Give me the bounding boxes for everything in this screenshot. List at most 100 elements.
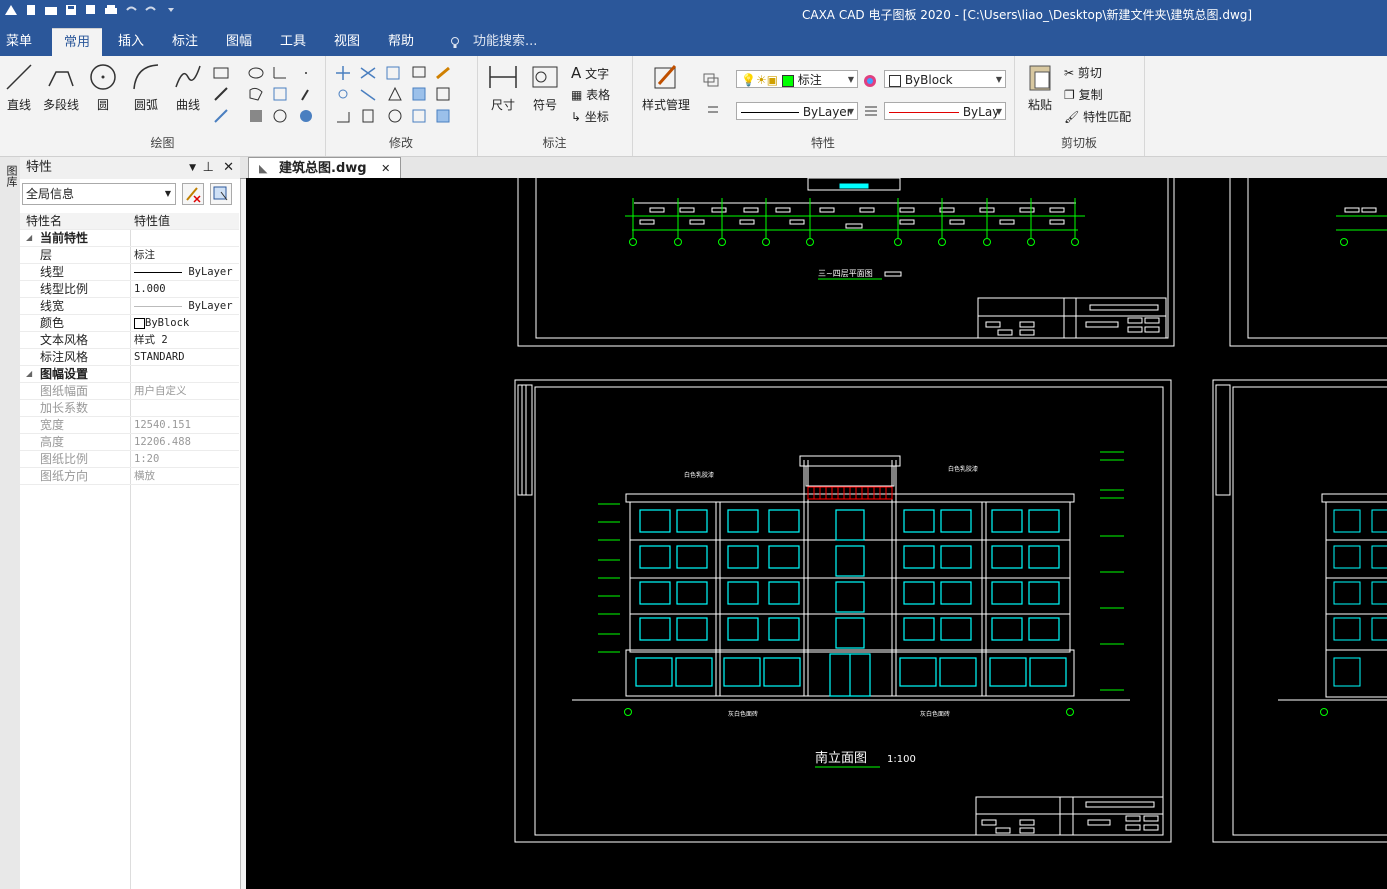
window-title: CAXA CAD 电子图板 2020 - [C:\Users\liao_\Des… — [802, 8, 1253, 22]
linetype-combo[interactable]: ByLayer ▼ — [736, 102, 858, 120]
redo-icon[interactable] — [144, 3, 158, 17]
panel-menu-icon[interactable]: ▼ — [189, 157, 196, 179]
property-row: 图纸比例 1:20 — [20, 451, 239, 468]
clipboard-group: 粘贴 ✂ 剪切 ❐ 复制 🖌 特性匹配 剪切板 — [1014, 56, 1145, 156]
drawing-svg[interactable]: 三~四层平面图 白色乳胶漆 白色乳胶漆 灰白色面砖 灰白色面砖 南立面图 1:1… — [246, 178, 1387, 889]
annotate-group: 尺寸 符号 A 文字 ▦ 表格 ↳ 坐标 标注 — [477, 56, 633, 156]
property-row[interactable]: 文本风格 样式 2 — [20, 332, 239, 349]
tab-menu[interactable]: 菜单 — [6, 28, 32, 56]
text-button[interactable]: A 文字 — [571, 64, 609, 82]
color-wheel-icon[interactable] — [863, 74, 877, 88]
scissors-icon: ✂ — [1064, 66, 1075, 80]
paste-button[interactable]: 粘贴 — [1024, 62, 1056, 113]
property-row[interactable]: 线型 ByLayer — [20, 264, 239, 281]
style-manager-button[interactable]: 样式管理 — [638, 62, 694, 113]
chevron-down-icon: ▼ — [995, 107, 1002, 116]
draw-small-tools[interactable] — [212, 64, 322, 134]
circle-button[interactable]: 圆 — [88, 62, 118, 113]
app-logo-icon[interactable] — [4, 3, 18, 17]
close-icon[interactable]: ✕ — [223, 157, 234, 179]
dimension-button[interactable]: 尺寸 — [487, 62, 519, 113]
quick-select-button[interactable] — [210, 183, 232, 205]
category-sheet[interactable]: ◢ 图幅设置 — [20, 366, 239, 383]
circle-icon — [90, 64, 116, 90]
property-row[interactable]: 层标注 — [20, 247, 239, 264]
tab-tools[interactable]: 工具 — [280, 28, 306, 56]
close-tab-icon[interactable]: ✕ — [381, 162, 390, 175]
text-icon: A — [571, 64, 582, 82]
property-row[interactable]: 标注风格 STANDARD — [20, 349, 239, 366]
title-bar: CAXA CAD 电子图板 2020 - [C:\Users\liao_\Des… — [0, 0, 1387, 28]
layer-color-swatch — [781, 74, 794, 87]
save-icon[interactable] — [64, 3, 78, 17]
save-as-icon[interactable] — [84, 3, 98, 17]
chevron-down-icon: ▼ — [847, 107, 854, 116]
table-icon: ▦ — [571, 88, 583, 102]
cut-button[interactable]: ✂ 剪切 — [1064, 64, 1102, 81]
coordinate-icon: ↳ — [571, 110, 582, 124]
table-header: 特性名 特性值 — [20, 213, 239, 230]
match-properties-button[interactable]: 🖌 特性匹配 — [1064, 108, 1131, 125]
line-button[interactable]: 直线 — [4, 62, 34, 113]
customize-qat-icon[interactable] — [164, 3, 178, 17]
undo-icon[interactable] — [124, 3, 138, 17]
pencil-x-icon — [186, 187, 201, 203]
select-icon — [213, 186, 228, 201]
linetype-icon[interactable] — [706, 104, 724, 116]
plan-scale-box — [884, 271, 902, 277]
curve-button[interactable]: 曲线 — [172, 62, 204, 113]
color-combo[interactable]: ByBlock ▼ — [884, 70, 1006, 88]
brush-icon: 🖌 — [1064, 110, 1080, 124]
arc-icon — [133, 64, 159, 90]
color-swatch — [889, 74, 901, 87]
library-strip[interactable]: 图库 — [0, 157, 21, 889]
chevron-down-icon: ▼ — [164, 189, 171, 198]
note-top-left: 白色乳胶漆 — [684, 471, 714, 479]
drawing-canvas[interactable]: 三~四层平面图 白色乳胶漆 白色乳胶漆 灰白色面砖 灰白色面砖 南立面图 1:1… — [246, 178, 1387, 889]
arc-button[interactable]: 圆弧 — [130, 62, 162, 113]
pin-icon[interactable]: ⊥ — [203, 157, 214, 179]
properties-panel: 特性 ▼ ⊥ ✕ 全局信息 ▼ 特性名 特性值 ◢ 当前特性 层标注 线型 By… — [20, 157, 241, 889]
quick-access-toolbar — [4, 3, 178, 17]
tab-sheet[interactable]: 图幅 — [226, 28, 252, 56]
coordinate-button[interactable]: ↳ 坐标 — [571, 108, 609, 125]
category-current[interactable]: ◢ 当前特性 — [20, 230, 239, 247]
print-icon[interactable] — [104, 3, 118, 17]
polyline-button[interactable]: 多段线 — [40, 62, 82, 113]
feature-search[interactable]: 功能搜索... — [473, 28, 537, 56]
copy-icon: ❐ — [1064, 88, 1075, 102]
open-folder-icon[interactable] — [44, 3, 58, 17]
layer-icon[interactable] — [702, 72, 722, 88]
tab-help[interactable]: 帮助 — [388, 28, 414, 56]
sheet-top-right — [1229, 178, 1387, 347]
object-filter-combo[interactable]: 全局信息 ▼ — [22, 183, 176, 205]
property-row[interactable]: 线型比例 1.000 — [20, 281, 239, 298]
modify-tools[interactable] — [333, 64, 473, 134]
table-button[interactable]: ▦ 表格 — [571, 86, 610, 103]
property-row[interactable]: 线宽 ByLayer — [20, 298, 239, 315]
property-row[interactable]: 颜色 ByBlock — [20, 315, 239, 332]
ribbon: 直线 多段线 圆 圆弧 曲线 绘图 修改 尺寸 符号 A 文字 ▦ 表格 ↳ 坐… — [0, 56, 1387, 157]
lineweight-preview — [889, 112, 959, 113]
lineweight-icon[interactable] — [864, 105, 878, 117]
document-tab[interactable]: ◣ 建筑总图.dwg ✕ — [248, 157, 402, 179]
copy-button[interactable]: ❐ 复制 — [1064, 86, 1103, 103]
tab-view[interactable]: 视图 — [334, 28, 360, 56]
sheet-elevation — [514, 379, 1172, 843]
draw-group: 直线 多段线 圆 圆弧 曲线 绘图 — [0, 56, 326, 156]
layer-combo[interactable]: 💡☀▣ 标注 ▼ — [736, 70, 858, 88]
property-row: 图纸方向 横放 — [20, 468, 239, 485]
plan-grid-lines — [625, 198, 1085, 280]
toggle-pickadd-button[interactable] — [182, 183, 204, 205]
tab-annotate[interactable]: 标注 — [172, 28, 198, 56]
symbol-icon — [532, 66, 558, 88]
property-row: 加长系数 — [20, 400, 239, 417]
symbol-button[interactable]: 符号 — [529, 62, 561, 113]
tab-insert[interactable]: 插入 — [118, 28, 144, 56]
menu-bar: 菜单 常用 插入 标注 图幅 工具 视图 帮助 功能搜索... — [0, 28, 1387, 57]
tab-home[interactable]: 常用 — [52, 28, 103, 57]
new-file-icon[interactable] — [24, 3, 38, 17]
document-tab-bar: ◣ 建筑总图.dwg ✕ — [240, 157, 1387, 179]
note-top-right: 白色乳胶漆 — [948, 465, 978, 473]
lineweight-combo[interactable]: ByLay ▼ — [884, 102, 1006, 120]
